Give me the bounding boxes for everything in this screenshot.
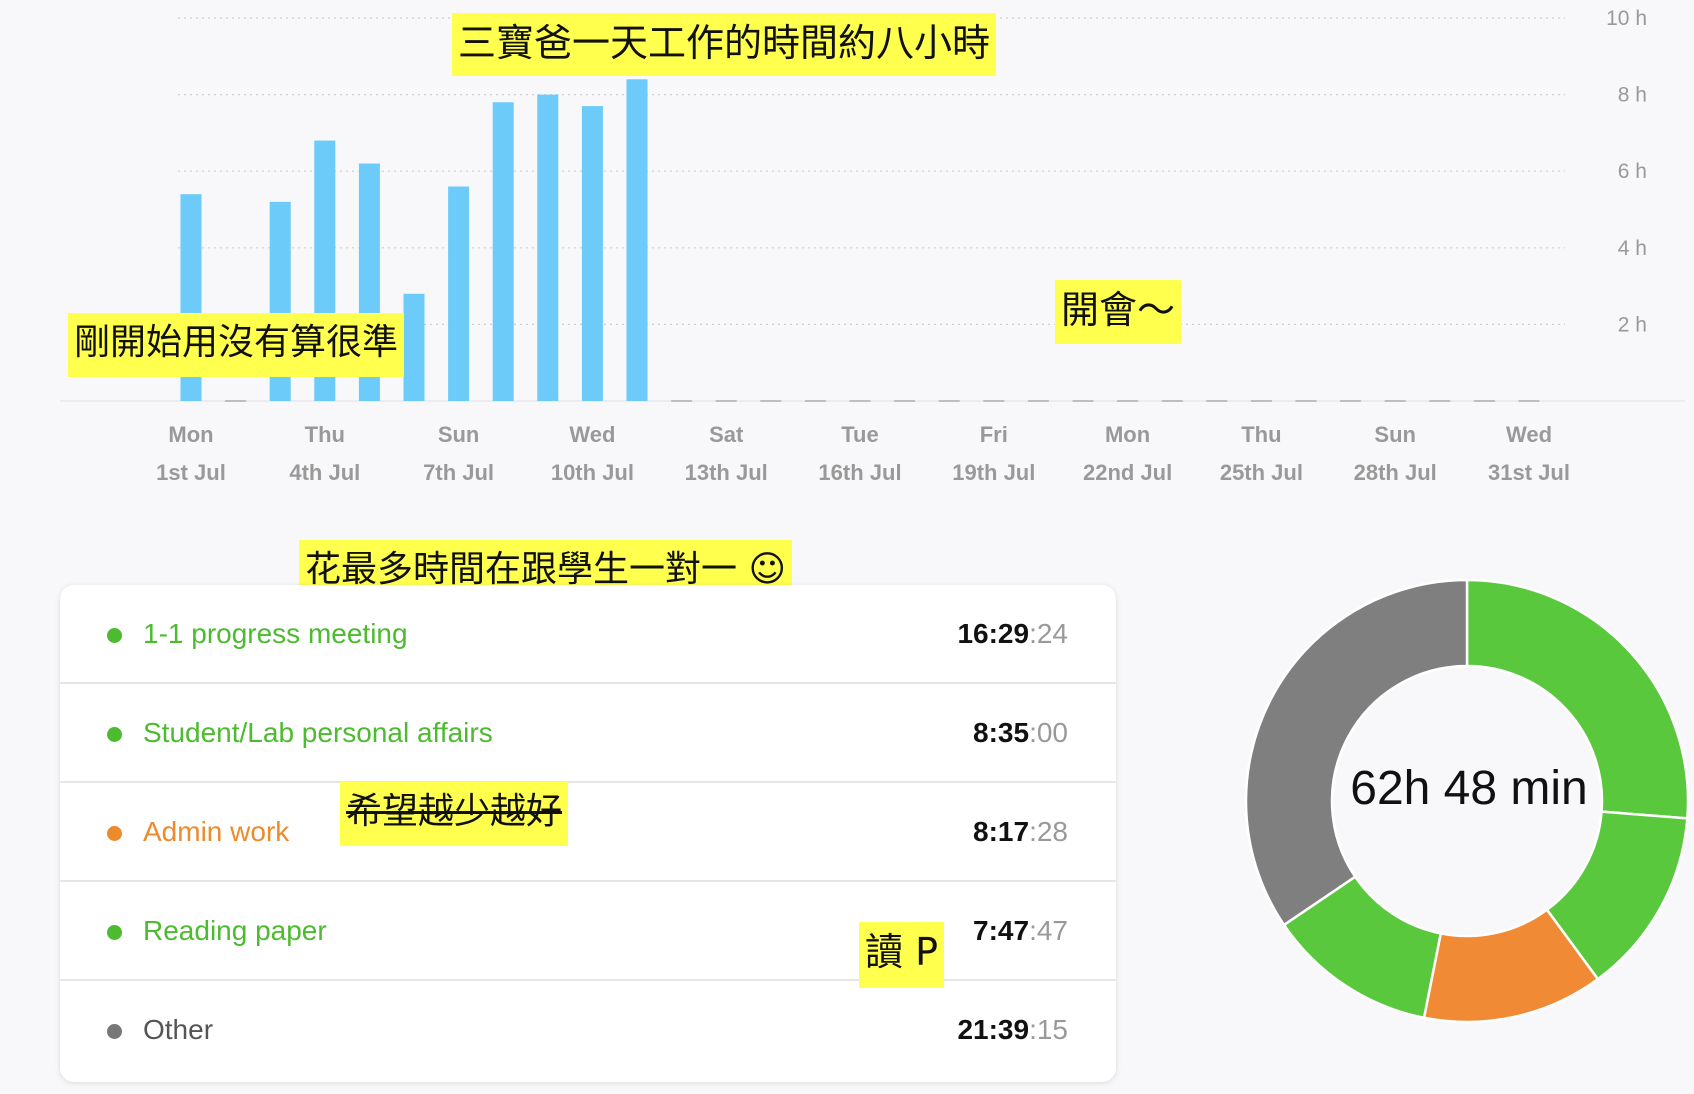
- duration-hours-minutes: 8:17: [973, 816, 1030, 847]
- activity-label: 1-1 progress meeting: [143, 618, 408, 649]
- duration-hours-minutes: 21:39: [957, 1014, 1030, 1045]
- bar[interactable]: [492, 102, 514, 401]
- activity-row[interactable]: Student/Lab personal affairs 8:35:00: [60, 684, 1116, 783]
- x-label-date: 25th Jul: [1220, 460, 1303, 485]
- donut-slice[interactable]: [1244, 578, 1469, 927]
- note-admin: 希望越少越好: [340, 782, 569, 846]
- duration-seconds: :24: [1029, 618, 1068, 649]
- x-label-date: 22nd Jul: [1083, 460, 1172, 485]
- activity-label: Student/Lab personal affairs: [143, 717, 493, 748]
- activity-duration: 7:47:47: [973, 914, 1068, 948]
- x-label-day: Tue: [841, 422, 878, 447]
- color-dot: [107, 727, 122, 742]
- activity-row[interactable]: 1-1 progress meeting 16:29:24: [60, 585, 1116, 684]
- x-label-date: 7th Jul: [423, 460, 494, 485]
- y-tick-label: 8 h: [1618, 84, 1647, 107]
- duration-hours-minutes: 7:47: [973, 915, 1030, 946]
- x-label-date: 28th Jul: [1354, 460, 1437, 485]
- duration-seconds: :00: [1029, 717, 1068, 748]
- color-dot: [107, 1024, 122, 1039]
- x-label-day: Mon: [168, 422, 213, 447]
- duration-seconds: :47: [1029, 915, 1068, 946]
- x-label-date: 19th Jul: [952, 460, 1035, 485]
- activity-duration: 8:35:00: [973, 716, 1068, 750]
- bar[interactable]: [537, 94, 559, 401]
- x-label-date: 4th Jul: [289, 460, 360, 485]
- x-label-day: Thu: [305, 422, 345, 447]
- duration-hours-minutes: 8:35: [973, 717, 1030, 748]
- activity-label: Reading paper: [143, 915, 327, 946]
- x-label-date: 16th Jul: [818, 460, 901, 485]
- activity-row[interactable]: Other 21:39:15: [60, 981, 1116, 1080]
- x-label-day: Wed: [569, 422, 615, 447]
- bar[interactable]: [403, 293, 425, 401]
- x-label-day: Mon: [1105, 422, 1150, 447]
- x-label-day: Fri: [980, 422, 1008, 447]
- x-label-date: 1st Jul: [156, 460, 226, 485]
- time-share-donut-chart: 62h 48 min: [1244, 578, 1690, 1024]
- y-tick-label: 6 h: [1618, 160, 1647, 183]
- x-label-date: 13th Jul: [685, 460, 768, 485]
- activity-label: Other: [143, 1014, 214, 1045]
- x-label-date: 10th Jul: [551, 460, 634, 485]
- y-tick-label: 4 h: [1618, 237, 1647, 260]
- x-label-date: 31st Jul: [1488, 460, 1570, 485]
- color-dot: [107, 628, 122, 643]
- bar[interactable]: [448, 186, 470, 401]
- note-reading: 讀 P: [859, 922, 944, 988]
- activity-duration: 21:39:15: [957, 1013, 1068, 1047]
- color-dot: [107, 826, 122, 841]
- x-label-day: Wed: [1506, 422, 1552, 447]
- bar[interactable]: [626, 79, 648, 401]
- activity-row[interactable]: Admin work 8:17:28: [60, 783, 1116, 882]
- note-meeting: 開會～: [1055, 280, 1182, 344]
- x-label-day: Sun: [1374, 422, 1416, 447]
- duration-hours-minutes: 16:29: [957, 618, 1030, 649]
- donut-total-time: 62h 48 min: [1350, 762, 1588, 815]
- activity-label: Admin work: [143, 816, 290, 847]
- activity-duration: 8:17:28: [973, 815, 1068, 849]
- color-dot: [107, 925, 122, 940]
- activity-list: 1-1 progress meeting 16:29:24 Student/Lab …: [60, 585, 1116, 1082]
- x-label-day: Sun: [438, 422, 480, 447]
- bar[interactable]: [581, 106, 603, 401]
- x-label-day: Thu: [1241, 422, 1281, 447]
- y-tick-label: 2 h: [1618, 313, 1647, 336]
- duration-seconds: :28: [1029, 816, 1068, 847]
- activity-row[interactable]: Reading paper 7:47:47: [60, 882, 1116, 981]
- y-tick-label: 10 h: [1606, 7, 1647, 30]
- note-early-use: 剛開始用沒有算很準: [68, 313, 405, 377]
- duration-seconds: :15: [1029, 1014, 1068, 1045]
- note-chart-title: 三寶爸一天工作的時間約八小時: [452, 13, 997, 76]
- activity-duration: 16:29:24: [957, 617, 1068, 651]
- x-label-day: Sat: [709, 422, 744, 447]
